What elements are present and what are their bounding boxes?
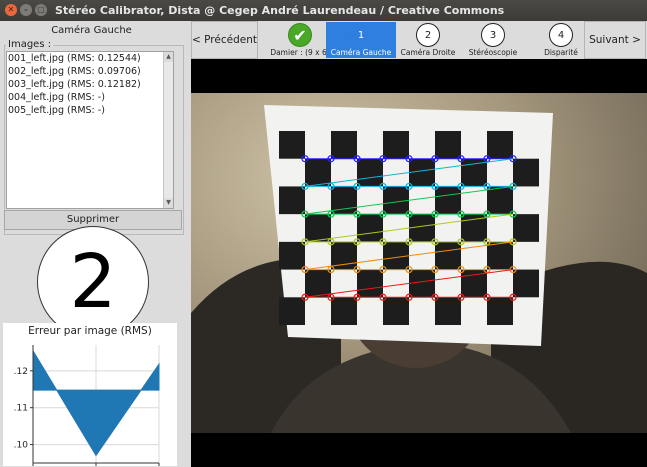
step-number-icon: 2	[416, 23, 440, 47]
window-maximize-icon[interactable]: □	[35, 4, 47, 16]
step-number-icon: 4	[549, 23, 573, 47]
checker-square	[409, 158, 435, 187]
checker-square	[279, 131, 305, 159]
checker-square	[513, 269, 539, 298]
checker-square	[383, 241, 409, 270]
checker-square	[279, 297, 305, 325]
camera-view	[191, 59, 647, 467]
checker-square	[487, 297, 513, 325]
countdown-display: 2	[37, 226, 149, 338]
panel-title: Caméra Gauche	[51, 25, 132, 36]
checker-square	[357, 269, 383, 298]
checker-square	[305, 269, 331, 298]
list-item[interactable]: 005_left.jpg (RMS: -)	[7, 104, 173, 117]
checker-square	[305, 214, 331, 242]
checker-square	[435, 297, 461, 325]
camera-feed	[191, 93, 647, 433]
chart-ytick-label: .10	[14, 441, 29, 451]
list-item[interactable]: 004_left.jpg (RMS: -)	[7, 91, 173, 104]
previous-button[interactable]: < Précédent	[191, 21, 258, 59]
list-item[interactable]: 002_left.jpg (RMS: 0.09706)	[7, 65, 173, 78]
checker-square	[435, 186, 461, 215]
checker-square	[305, 158, 331, 187]
scroll-up-icon[interactable]: ▲	[164, 52, 173, 62]
checker-square	[513, 158, 539, 187]
scroll-down-icon[interactable]: ▼	[164, 198, 173, 208]
checker-square	[357, 214, 383, 242]
next-button[interactable]: Suivant >	[584, 21, 646, 59]
window-title: Stéréo Calibrator, Dista @ Cegep André L…	[55, 4, 505, 17]
step-left-camera: 1 Caméra Gauche	[326, 22, 396, 58]
rms-chart: Erreur par image (RMS) .12.11.10	[3, 323, 177, 466]
check-icon: ✔	[288, 23, 312, 47]
checker-square	[383, 131, 409, 159]
checker-square	[383, 186, 409, 215]
checker-square	[487, 131, 513, 159]
checker-square	[435, 131, 461, 159]
left-panel: Caméra Gauche Images : 001_left.jpg (RMS…	[0, 21, 184, 467]
checker-square	[487, 186, 513, 215]
checker-square	[331, 297, 357, 325]
checker-square	[383, 297, 409, 325]
chart-plot: .12 .11 .10	[14, 345, 160, 466]
list-item[interactable]: 001_left.jpg (RMS: 0.12544)	[7, 52, 173, 65]
list-item[interactable]: 003_left.jpg (RMS: 0.12182)	[7, 78, 173, 91]
checker-square	[513, 214, 539, 242]
window-titlebar: ✕ – □ Stéréo Calibrator, Dista @ Cegep A…	[0, 0, 647, 21]
window-close-icon[interactable]: ✕	[5, 4, 17, 16]
camera-feed-image	[191, 105, 647, 433]
checker-square	[409, 214, 435, 242]
step-number-icon: 1	[349, 23, 373, 47]
checker-square	[409, 269, 435, 298]
checker-square	[279, 186, 305, 215]
step-number-icon: 3	[481, 23, 505, 47]
list-scrollbar[interactable]: ▲ ▼	[163, 52, 173, 208]
checker-square	[487, 241, 513, 270]
wizard-navbar: < Précédent ✔ Damier : (9 x 6) 1 Caméra …	[191, 21, 647, 59]
checker-square	[331, 131, 357, 159]
images-listbox[interactable]: 001_left.jpg (RMS: 0.12544) 002_left.jpg…	[6, 51, 174, 209]
window-minimize-icon[interactable]: –	[20, 4, 32, 16]
checker-square	[357, 158, 383, 187]
chart-ytick-label: .11	[14, 404, 28, 414]
checker-square	[279, 241, 305, 270]
step-label: Caméra Gauche	[330, 48, 392, 57]
checker-square	[435, 241, 461, 270]
images-label: Images :	[6, 39, 54, 50]
chart-ytick-label: .12	[14, 367, 28, 377]
